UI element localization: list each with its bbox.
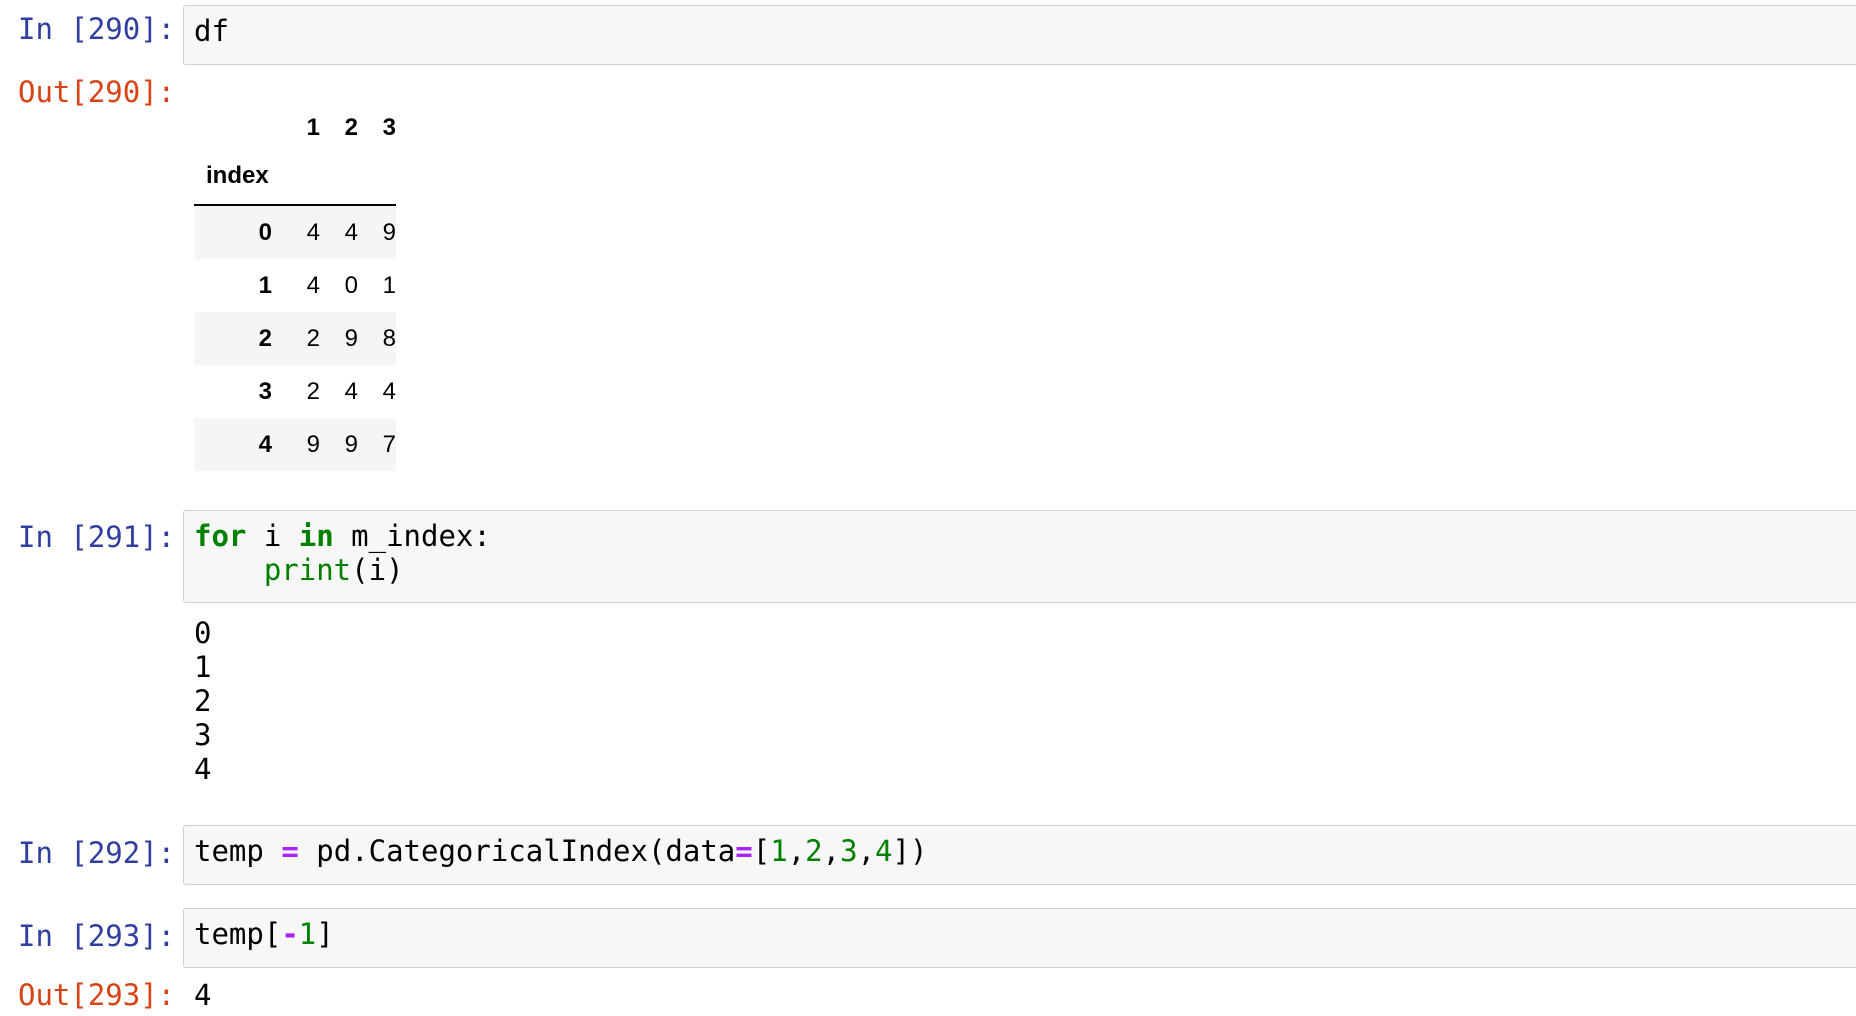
code-token: (i) xyxy=(351,553,404,587)
code-token: temp[ xyxy=(194,917,282,951)
row-index: 3 xyxy=(258,377,272,405)
code-line: for i in m_index: xyxy=(194,519,491,553)
table-cell: 4 xyxy=(382,377,396,405)
table-row: 0 4 4 9 xyxy=(194,205,396,259)
code-cell-293[interactable]: temp[-1] xyxy=(183,908,1856,968)
stdout-line: 1 xyxy=(194,650,212,684)
operator: = xyxy=(281,834,299,868)
operator: - xyxy=(281,917,299,951)
table-cell: 4 xyxy=(306,271,320,299)
in-prompt-293: In [293]: xyxy=(18,919,176,953)
code-token: i xyxy=(246,519,299,553)
table-cell: 4 xyxy=(344,218,358,246)
number-literal: 4 xyxy=(875,834,893,868)
output-value: 4 xyxy=(194,978,212,1012)
code-token: m_index: xyxy=(333,519,491,553)
number-literal: 1 xyxy=(770,834,788,868)
table-cell: 9 xyxy=(344,430,358,458)
in-prompt-292: In [292]: xyxy=(18,836,176,870)
table-cell: 8 xyxy=(382,324,396,352)
number-literal: 3 xyxy=(840,834,858,868)
code-token: , xyxy=(857,834,876,868)
code-token: [ xyxy=(752,834,771,868)
column-header: 2 xyxy=(344,114,358,141)
in-prompt-290: In [290]: xyxy=(18,12,176,46)
index-name: index xyxy=(194,148,282,206)
column-header-row: 1 2 3 xyxy=(194,108,396,148)
table-cell: 4 xyxy=(306,218,320,246)
number-literal: 2 xyxy=(805,834,823,868)
table-row: 4 9 9 7 xyxy=(194,418,396,471)
code-token: pd.CategoricalIndex(data xyxy=(298,834,736,868)
table-cell: 2 xyxy=(306,377,320,405)
code-token: , xyxy=(787,834,806,868)
table-cell: 4 xyxy=(344,377,358,405)
builtin-function: print xyxy=(263,553,352,587)
dataframe-table: 1 2 3 index 0 4 4 9 1 4 0 1 2 2 9 8 3 2 … xyxy=(194,108,396,471)
index-name-row: index xyxy=(194,148,396,206)
code-line: print(i) xyxy=(194,553,404,587)
column-header: 1 xyxy=(306,114,320,141)
table-cell: 9 xyxy=(344,324,358,352)
keyword: in xyxy=(298,519,334,553)
column-header: 3 xyxy=(382,114,396,141)
header-spacer xyxy=(320,148,358,206)
header-corner xyxy=(194,108,282,148)
row-index: 0 xyxy=(258,218,272,246)
table-row: 1 4 0 1 xyxy=(194,259,396,312)
table-cell: 7 xyxy=(382,430,396,458)
in-prompt-291: In [291]: xyxy=(18,520,176,554)
table-cell: 1 xyxy=(382,271,396,299)
code-text: temp[-1] xyxy=(194,917,334,951)
code-text: df xyxy=(194,14,229,48)
table-cell: 0 xyxy=(344,271,358,299)
stdout-line: 4 xyxy=(194,752,212,786)
stdout-line: 0 xyxy=(194,616,212,650)
header-spacer xyxy=(358,148,396,206)
code-text: temp = pd.CategoricalIndex(data=[1,2,3,4… xyxy=(194,834,927,868)
table-row: 2 2 9 8 xyxy=(194,312,396,365)
code-token: , xyxy=(822,834,841,868)
out-prompt-290: Out[290]: xyxy=(18,75,176,109)
code-cell-291[interactable]: for i in m_index: print(i) xyxy=(183,510,1856,603)
stdout-output: 0 1 2 3 4 xyxy=(194,616,211,786)
operator: = xyxy=(735,834,753,868)
row-index: 4 xyxy=(258,430,272,458)
table-cell: 9 xyxy=(382,218,396,246)
code-token: ] xyxy=(316,917,334,951)
code-cell-290[interactable]: df xyxy=(183,5,1856,65)
stdout-line: 3 xyxy=(194,718,212,752)
number-literal: 1 xyxy=(298,917,317,951)
row-index: 2 xyxy=(258,324,272,352)
out-prompt-293: Out[293]: xyxy=(18,978,176,1012)
stdout-line: 2 xyxy=(194,684,212,718)
code-token: ]) xyxy=(892,834,928,868)
header-spacer xyxy=(282,148,320,206)
table-cell: 2 xyxy=(306,324,320,352)
table-cell: 9 xyxy=(306,430,320,458)
table-row: 3 2 4 4 xyxy=(194,365,396,418)
row-index: 1 xyxy=(258,271,272,299)
keyword: for xyxy=(194,519,247,553)
code-token: temp xyxy=(194,834,282,868)
code-cell-292[interactable]: temp = pd.CategoricalIndex(data=[1,2,3,4… xyxy=(183,825,1856,885)
